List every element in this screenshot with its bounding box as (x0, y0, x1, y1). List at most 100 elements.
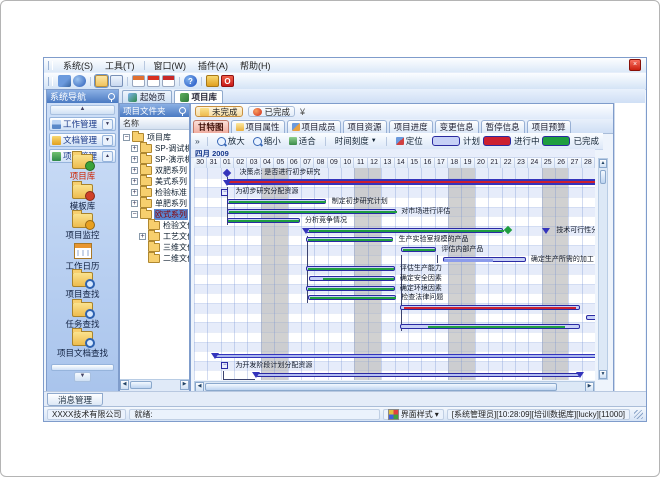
lock-icon[interactable] (206, 75, 219, 87)
resize-grip[interactable] (634, 410, 643, 419)
gantt-task-bar[interactable] (306, 266, 394, 271)
sidebar-collapse-button[interactable]: ▲ (50, 105, 115, 115)
doc-tab-0[interactable]: 起始页 (122, 90, 172, 103)
exit-icon[interactable]: O (221, 75, 234, 87)
scroll-thumb[interactable] (600, 170, 606, 184)
tab-3[interactable]: 项目资源 (343, 120, 387, 133)
sidebar-item-2[interactable]: 项目监控 (47, 213, 118, 241)
tree-node[interactable]: 检验文件 (139, 220, 189, 231)
gantt-summary-bar[interactable] (215, 354, 595, 358)
tree-node[interactable]: −项目库 (123, 132, 172, 143)
expand-icon[interactable]: + (131, 156, 138, 163)
gantt-task-bar[interactable] (227, 218, 300, 223)
tree-node[interactable]: 三维文件 (139, 242, 189, 253)
expand-icon[interactable]: + (131, 167, 138, 174)
collapse-icon[interactable]: − (123, 134, 130, 141)
gantt-task-bar[interactable] (227, 199, 327, 204)
close-document-button[interactable]: × (629, 59, 641, 71)
tree-horizontal-scrollbar[interactable]: ◀▶ (120, 379, 189, 391)
sidebar-group-0[interactable]: 工作管理▼ (49, 117, 116, 131)
chevron-down-icon[interactable]: ▼ (102, 119, 113, 130)
outline-collapse-icon[interactable]: − (221, 189, 228, 196)
sidebar-item-3[interactable]: 工作日历 (47, 243, 118, 272)
tab-7[interactable]: 项目预算 (527, 120, 571, 133)
filter-extra[interactable]: ¥ (300, 107, 305, 117)
gantt-toolbar-zoom-in[interactable]: 放大 (215, 135, 247, 147)
expand-icon[interactable]: + (131, 200, 138, 207)
sidebar-group-1[interactable]: 文档管理▼ (49, 133, 116, 147)
gantt-task-bar[interactable] (309, 276, 395, 281)
gantt-toolbar-zoom-out[interactable]: 缩小 (251, 135, 283, 147)
scroll-thumb[interactable] (130, 381, 152, 389)
tree-node[interactable]: −欧式系列 (131, 209, 188, 220)
tab-message-management[interactable]: 消息管理 (47, 393, 103, 406)
chevron-down-icon[interactable]: ▼ (102, 135, 113, 146)
globe-icon[interactable] (73, 75, 86, 87)
sidebar-item-4[interactable]: 项目查找 (47, 272, 118, 300)
gantt-plan-bar[interactable] (443, 257, 526, 262)
filter-unfinished[interactable]: 未完成 (195, 106, 243, 117)
gantt-task-bar[interactable] (306, 228, 503, 233)
gantt-task-bar[interactable] (401, 247, 436, 252)
scroll-left-button[interactable]: ◀ (120, 380, 129, 390)
gantt-toolbar-fit[interactable]: 适合 (287, 135, 318, 147)
toolbar-grip[interactable] (48, 77, 53, 86)
interface-style-dropdown[interactable]: 界面样式▾ (383, 409, 444, 420)
sidebar-item-1[interactable]: 模板库 (47, 184, 118, 212)
expand-icon[interactable]: + (131, 189, 138, 196)
tree-column-header[interactable]: 名称 (120, 117, 189, 130)
gantt-task-bar[interactable] (306, 237, 393, 242)
scroll-up-button[interactable]: ▲ (599, 159, 607, 168)
sidebar-overflow-button[interactable]: ▼ (74, 372, 91, 382)
outline-collapse-icon[interactable]: − (221, 362, 228, 369)
menu-item-1[interactable]: 工具(T) (99, 58, 141, 73)
tab-4[interactable]: 项目进度 (389, 120, 433, 133)
menu-item-4[interactable]: 帮助(H) (234, 58, 277, 73)
tab-6[interactable]: 暂停信息 (481, 120, 525, 133)
cascade-window-icon[interactable] (110, 75, 123, 87)
tab-0[interactable]: 甘特图 (193, 120, 229, 133)
tree-node[interactable]: +工艺文件 (139, 231, 189, 242)
calendar-alert-icon[interactable] (162, 75, 175, 87)
gantt-toolbar-time-scale[interactable]: 时间刻度▼ (333, 135, 379, 147)
menu-item-0[interactable]: 系统(S) (57, 58, 99, 73)
menubar-grip[interactable] (48, 61, 53, 70)
sidebar-item-5[interactable]: 任务查找 (47, 302, 118, 330)
help-icon[interactable]: ? (184, 75, 197, 87)
expand-icon[interactable]: + (131, 145, 138, 152)
tree-node[interactable]: 二维文件 (139, 253, 189, 264)
sidebar-item-0[interactable]: 项目库 (47, 154, 118, 182)
gantt-toolbar-locate[interactable]: 定位 (394, 135, 425, 147)
gantt-task-bar[interactable] (306, 286, 394, 291)
expand-icon[interactable]: + (139, 233, 146, 240)
expand-icon[interactable]: + (131, 178, 138, 185)
calendar-icon[interactable] (132, 75, 145, 87)
screen-icon[interactable] (58, 75, 71, 87)
gantt-task-bar[interactable] (227, 209, 396, 214)
pin-icon[interactable] (179, 107, 186, 114)
calendar-edit-icon[interactable] (147, 75, 160, 87)
menu-item-2[interactable]: 窗口(W) (148, 58, 193, 73)
gantt-summary-bar[interactable] (227, 179, 595, 185)
tab-5[interactable]: 变更信息 (435, 120, 479, 133)
sidebar-item-6[interactable]: 项目文档查找 (47, 331, 118, 359)
tab-2[interactable]: 项目成员 (287, 120, 341, 133)
scroll-thumb[interactable] (205, 383, 557, 391)
pin-icon[interactable] (108, 93, 115, 100)
folder-window-icon[interactable] (95, 75, 108, 87)
gantt-vertical-scrollbar[interactable]: ▲▼ (598, 158, 608, 380)
doc-tab-1[interactable]: 项目库 (174, 90, 224, 103)
collapse-icon[interactable]: − (131, 211, 138, 218)
scroll-right-button[interactable]: ▶ (180, 380, 189, 390)
menu-item-3[interactable]: 插件(A) (192, 58, 234, 73)
gantt-task-bar[interactable] (400, 305, 580, 310)
gantt-task-bar[interactable] (400, 324, 580, 329)
toolbar-overflow-chevron[interactable]: » (195, 136, 200, 146)
scroll-down-button[interactable]: ▼ (599, 370, 607, 379)
gantt-plan-bar[interactable] (586, 315, 595, 320)
filter-finished[interactable]: 已完成 (248, 106, 296, 117)
tab-1[interactable]: 项目属性 (231, 120, 285, 133)
gantt-task-bar[interactable] (308, 295, 396, 300)
milestone-triangle[interactable] (542, 228, 550, 234)
gantt-plan-bar[interactable] (256, 373, 581, 377)
